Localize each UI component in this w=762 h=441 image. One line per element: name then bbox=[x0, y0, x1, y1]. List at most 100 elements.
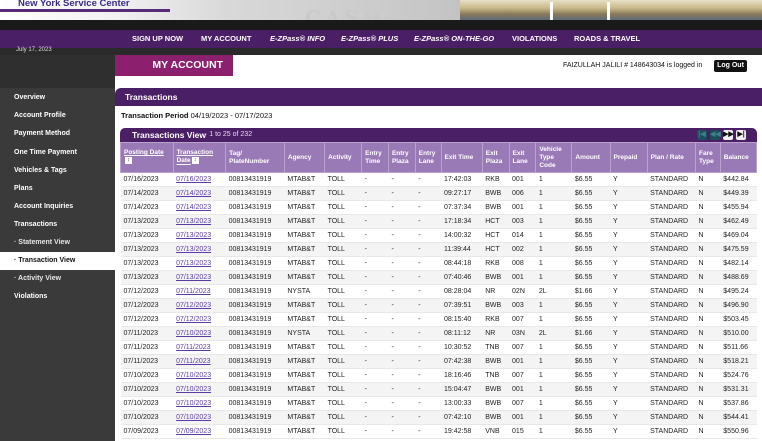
banner: New York Service Center CASH bbox=[0, 0, 762, 30]
sidebar-item-activity-view[interactable]: · Activity View bbox=[0, 275, 115, 282]
cell-transaction-date[interactable]: 07/13/2023 bbox=[173, 256, 226, 271]
cell-transaction-date[interactable]: 07/10/2023 bbox=[173, 368, 226, 383]
brand-underline bbox=[0, 9, 170, 12]
cell-tag: 00813431919 bbox=[225, 200, 285, 215]
cell-agency: MTAB&T bbox=[284, 354, 325, 369]
cell-balance: $482.14 bbox=[720, 256, 757, 271]
cell-exit-time: 08:28:04 bbox=[441, 284, 483, 299]
cell-transaction-date[interactable]: 07/13/2023 bbox=[173, 242, 226, 257]
view-range: · 1 to 25 of 232 bbox=[205, 131, 253, 138]
sidebar-item-one-time-payment[interactable]: One Time Payment bbox=[0, 149, 115, 156]
cell-prepaid: Y bbox=[610, 214, 648, 229]
col-posting-date-link[interactable]: Posting Date bbox=[124, 149, 164, 156]
sidebar-item-transaction-view[interactable]: · Transaction View bbox=[0, 252, 115, 270]
col-posting-date[interactable]: Posting Date↕ bbox=[120, 142, 174, 173]
cell-entry-lane: - bbox=[415, 354, 442, 369]
cell-transaction-date[interactable]: 07/11/2023 bbox=[173, 354, 226, 369]
cell-exit-time: 07:42:10 bbox=[441, 410, 483, 425]
sidebar-item-payment-method[interactable]: Payment Method bbox=[0, 130, 115, 137]
cell-transaction-date[interactable]: 07/10/2023 bbox=[173, 382, 226, 397]
nav-ezpass-info[interactable]: E-ZPass® INFO bbox=[270, 34, 325, 43]
cell-posting-date: 07/11/2023 bbox=[120, 354, 174, 369]
cell-plan-rate: STANDARD bbox=[647, 382, 696, 397]
nav-roads-travel[interactable]: ROADS & TRAVEL bbox=[574, 34, 640, 43]
prev-page-icon[interactable]: ◀◀ bbox=[710, 130, 721, 140]
cell-activity: TOLL bbox=[324, 172, 362, 187]
col-plan-rate: Plan / Rate bbox=[646, 142, 697, 173]
cell-exit-lane: 007 bbox=[509, 396, 536, 411]
logout-button[interactable]: Log Out bbox=[714, 60, 747, 72]
nav-ezpass-plus[interactable]: E-ZPass® PLUS bbox=[341, 34, 398, 43]
sidebar-item-account-inquiries[interactable]: Account Inquiries bbox=[0, 203, 115, 210]
cell-transaction-date[interactable]: 07/14/2023 bbox=[173, 200, 226, 215]
cell-prepaid: Y bbox=[610, 326, 648, 341]
cell-transaction-date[interactable]: 07/10/2023 bbox=[173, 396, 226, 411]
cell-transaction-date[interactable]: 07/16/2023 bbox=[173, 172, 226, 187]
main-content: Transactions Transaction Period 04/19/20… bbox=[115, 76, 762, 441]
nav-sign-up[interactable]: SIGN UP NOW bbox=[132, 34, 183, 43]
sidebar-item-plans[interactable]: Plans bbox=[0, 185, 115, 192]
cell-entry-plaza: - bbox=[388, 200, 416, 215]
cell-plan-rate: STANDARD bbox=[647, 298, 696, 313]
cell-posting-date: 07/10/2023 bbox=[120, 410, 174, 425]
cell-transaction-date[interactable]: 07/10/2023 bbox=[173, 326, 226, 341]
sort-icon[interactable]: ↕ bbox=[125, 157, 132, 165]
cell-transaction-date[interactable]: 07/12/2023 bbox=[173, 312, 226, 327]
sidebar-item-account-profile[interactable]: Account Profile bbox=[0, 112, 115, 119]
nav-violations[interactable]: VIOLATIONS bbox=[512, 34, 557, 43]
cell-transaction-date[interactable]: 07/11/2023 bbox=[173, 284, 226, 299]
cell-entry-lane: - bbox=[415, 214, 442, 229]
cell-plan-rate: STANDARD bbox=[647, 424, 696, 439]
col-agency: Agency bbox=[283, 142, 326, 173]
cell-exit-time: 07:37:34 bbox=[441, 200, 483, 215]
cell-agency: MTAB&T bbox=[284, 340, 325, 355]
cell-entry-time: - bbox=[361, 424, 389, 439]
cell-agency: MTAB&T bbox=[284, 312, 325, 327]
sidebar-item-overview[interactable]: Overview bbox=[0, 94, 115, 101]
cell-amount: $6.55 bbox=[571, 354, 611, 369]
cell-transaction-date[interactable]: 07/13/2023 bbox=[173, 228, 226, 243]
sidebar-item-violations[interactable]: Violations bbox=[0, 293, 115, 300]
cell-entry-plaza: - bbox=[388, 312, 416, 327]
cell-vehicle-type: 1 bbox=[535, 228, 572, 243]
cell-activity: TOLL bbox=[324, 312, 362, 327]
cell-entry-lane: - bbox=[415, 368, 442, 383]
sidebar-item-vehicles-tags[interactable]: Vehicles & Tags bbox=[0, 167, 115, 174]
cell-transaction-date[interactable]: 07/14/2023 bbox=[173, 186, 226, 201]
col-fare-type: Fare Type bbox=[695, 142, 721, 173]
nav-ezpass-on-the-go[interactable]: E-ZPass® ON-THE-GO bbox=[414, 34, 494, 43]
cell-transaction-date[interactable]: 07/13/2023 bbox=[173, 270, 226, 285]
cell-transaction-date[interactable]: 07/09/2023 bbox=[173, 424, 226, 439]
next-page-icon[interactable]: ▶▶ bbox=[723, 130, 734, 140]
cell-prepaid: Y bbox=[610, 354, 648, 369]
cell-vehicle-type: 1 bbox=[535, 298, 572, 313]
cell-transaction-date[interactable]: 07/12/2023 bbox=[173, 298, 226, 313]
cell-transaction-date[interactable]: 07/13/2023 bbox=[173, 214, 226, 229]
sort-icon[interactable]: ↕ bbox=[191, 157, 199, 165]
cell-transaction-date[interactable]: 07/10/2023 bbox=[173, 410, 226, 425]
sidebar-item-statement-view[interactable]: · Statement View bbox=[0, 239, 115, 246]
sidebar-item-transactions[interactable]: Transactions bbox=[0, 221, 115, 228]
cell-entry-time: - bbox=[361, 340, 389, 355]
table-row: 07/13/2023 07/13/2023 00813431919 MTAB&T TOL… bbox=[120, 270, 757, 285]
cell-fare-type: N bbox=[695, 326, 721, 341]
cell-balance: $495.24 bbox=[720, 284, 757, 299]
col-transaction-date[interactable]: Transaction Date ↕ bbox=[172, 142, 227, 173]
cell-prepaid: Y bbox=[610, 200, 648, 215]
table-row: 07/09/2023 07/09/2023 00813431919 MTAB&T TOL… bbox=[120, 424, 757, 439]
first-page-icon[interactable]: |◀ bbox=[697, 130, 707, 140]
nav-my-account[interactable]: MY ACCOUNT bbox=[201, 34, 251, 43]
cell-prepaid: Y bbox=[610, 242, 648, 257]
col-exit-time: Exit Time bbox=[440, 142, 483, 173]
cell-balance: $544.41 bbox=[720, 410, 757, 425]
cell-activity: TOLL bbox=[324, 410, 362, 425]
cell-balance: $442.84 bbox=[720, 172, 757, 187]
last-page-icon[interactable]: ▶| bbox=[736, 130, 746, 140]
sidebar-gap bbox=[0, 76, 115, 88]
cell-entry-time: - bbox=[361, 256, 389, 271]
cell-exit-plaza: RKB bbox=[482, 312, 510, 327]
cell-transaction-date[interactable]: 07/11/2023 bbox=[173, 340, 226, 355]
cell-prepaid: Y bbox=[610, 256, 648, 271]
cell-exit-lane: 006 bbox=[509, 186, 536, 201]
cell-entry-plaza: - bbox=[388, 172, 416, 187]
